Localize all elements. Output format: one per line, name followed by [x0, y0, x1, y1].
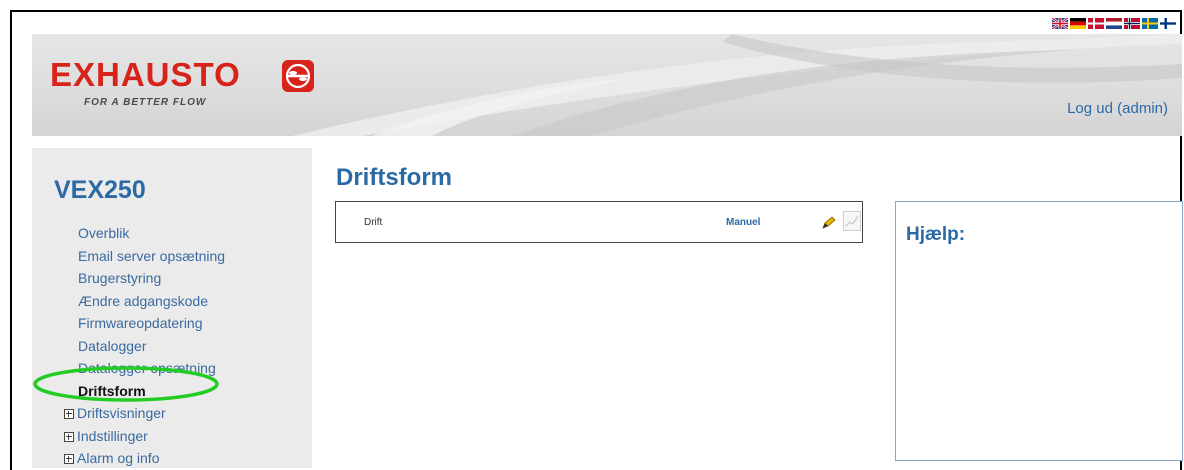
highlight-ellipse — [33, 366, 219, 402]
exhausto-logo[interactable]: EXHAUSTO FOR A BETTER FLOW — [50, 56, 350, 116]
sidebar-item-label: Driftsvisninger — [77, 405, 166, 421]
graph-icon[interactable] — [843, 211, 861, 231]
logout-link[interactable]: Log ud (admin) — [1067, 100, 1168, 117]
sidebar-item-alarm-info[interactable]: Alarm og info — [64, 447, 225, 470]
help-title: Hjælp: — [906, 224, 966, 245]
sidebar-item-brugerstyring[interactable]: Brugerstyring — [78, 267, 225, 290]
sidebar-item-overblik[interactable]: Overblik — [78, 222, 225, 245]
sidebar-item-change-password[interactable]: Ændre adgangskode — [78, 290, 225, 313]
sidebar-item-firmware[interactable]: Firmwareopdatering — [78, 312, 225, 335]
sidebar-item-label: Indstillinger — [77, 427, 148, 444]
dutch-flag[interactable] — [1106, 18, 1122, 29]
danish-flag[interactable] — [1088, 18, 1104, 29]
expand-icon[interactable] — [64, 409, 74, 420]
logo-wordmark: EXHAUSTO — [50, 56, 241, 93]
language-selector — [1052, 18, 1176, 29]
swedish-flag[interactable] — [1142, 18, 1158, 29]
finnish-flag[interactable] — [1160, 18, 1176, 29]
sidebar-item-datalogger[interactable]: Datalogger — [78, 335, 225, 358]
logo-tagline: FOR A BETTER FLOW — [84, 97, 207, 108]
device-title: VEX250 — [54, 176, 146, 204]
row-value: Manuel — [726, 217, 761, 228]
sidebar-nav: Overblik Email server opsætning Brugerst… — [64, 222, 225, 470]
expand-icon[interactable] — [64, 431, 74, 442]
page-title: Driftsform — [336, 164, 453, 191]
fan-logo-icon — [282, 60, 314, 92]
sidebar-item-email-server[interactable]: Email server opsætning — [78, 245, 225, 268]
operation-mode-panel: Drift Manuel — [335, 201, 863, 243]
header-banner: EXHAUSTO FOR A BETTER FLOW Log ud (admin… — [32, 34, 1182, 136]
edit-pencil-icon[interactable] — [821, 216, 837, 230]
sidebar-item-driftsvisninger[interactable]: Driftsvisninger — [64, 402, 225, 425]
norwegian-flag[interactable] — [1124, 18, 1140, 29]
expand-icon[interactable] — [64, 454, 74, 465]
english-flag[interactable] — [1052, 18, 1068, 29]
sidebar: VEX250 Overblik Email server opsætning B… — [32, 148, 312, 468]
row-label: Drift — [364, 217, 383, 228]
help-panel: Hjælp: — [895, 201, 1183, 461]
sidebar-item-indstillinger[interactable]: Indstillinger — [64, 425, 225, 448]
german-flag[interactable] — [1070, 18, 1086, 29]
